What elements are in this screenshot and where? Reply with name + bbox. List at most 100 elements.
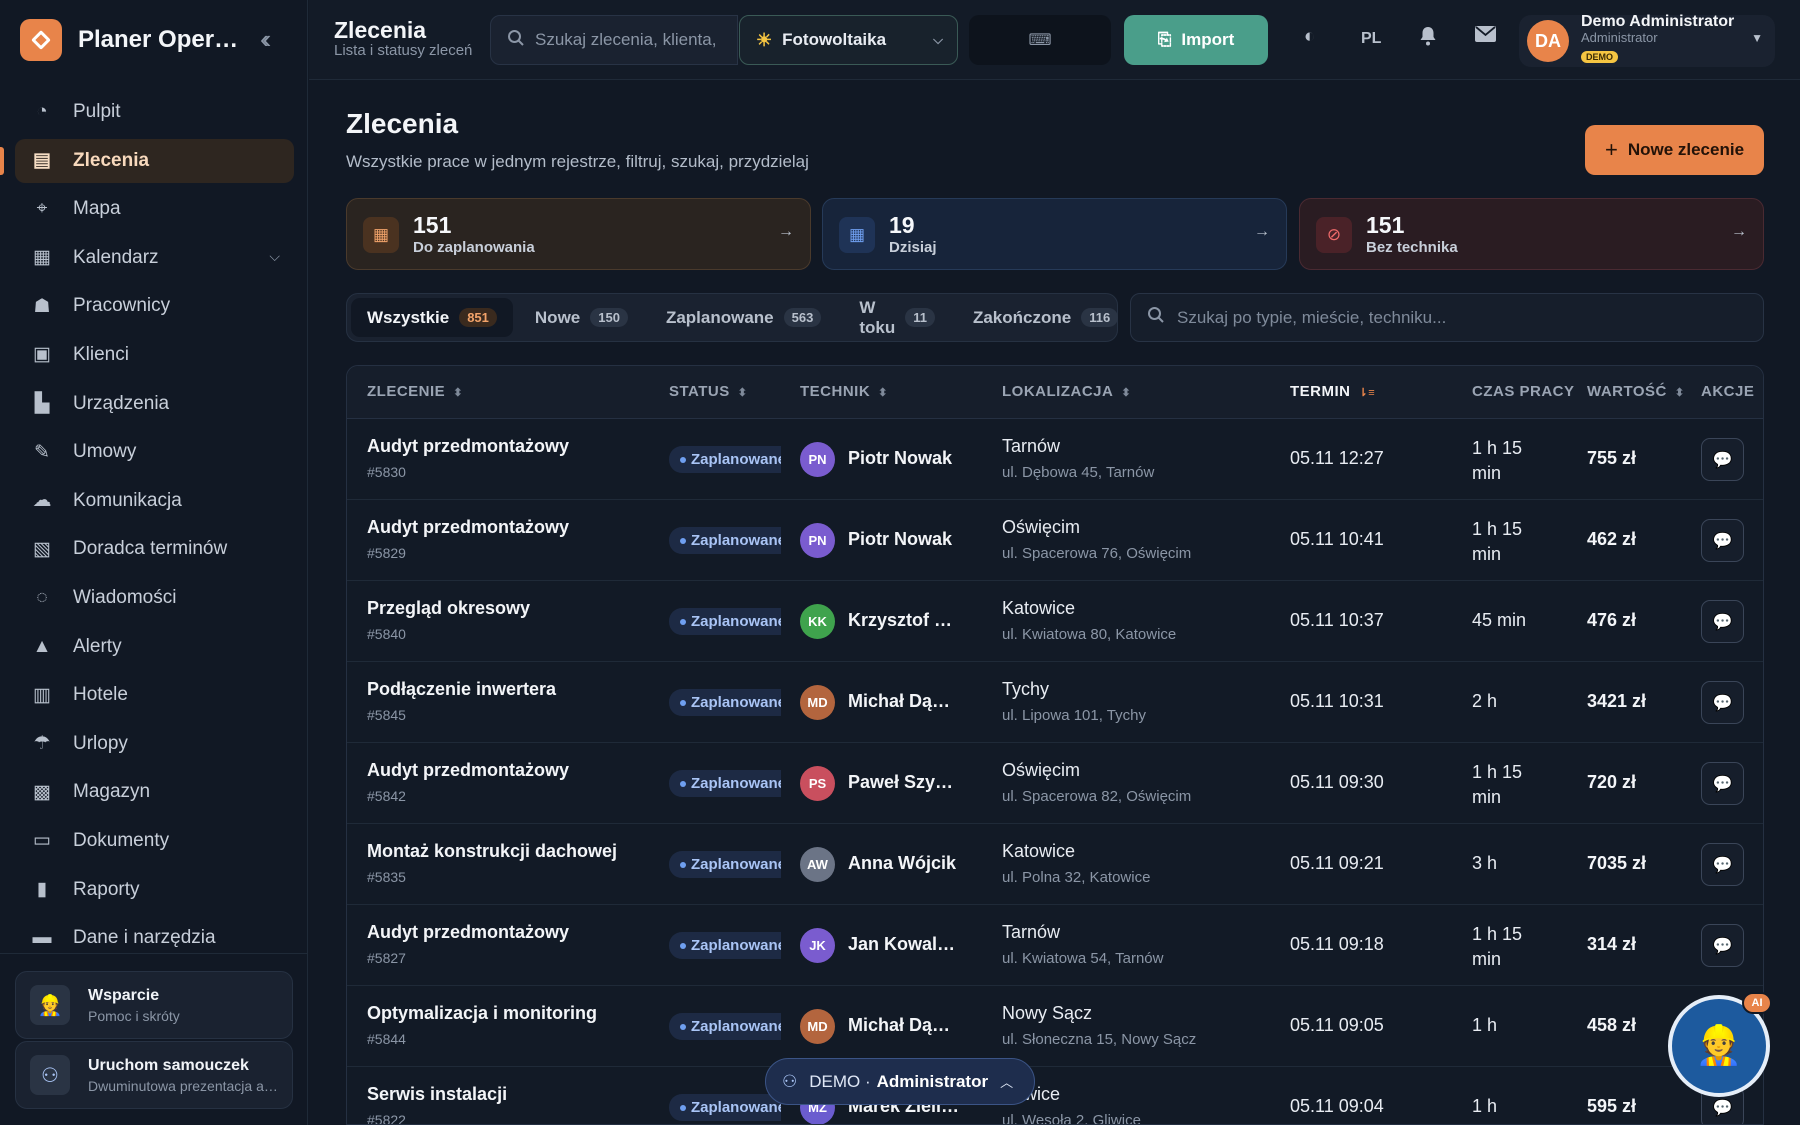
sidebar-item-11[interactable]: ▲ Alerty [15, 625, 294, 669]
work-duration: 1 h [1472, 1096, 1498, 1116]
comments-button[interactable]: 💬 [1701, 762, 1744, 805]
avatar: DA [1527, 20, 1569, 62]
bell-icon[interactable] [1419, 26, 1437, 52]
table-row[interactable]: Audyt przedmontażowy #5842 Zaplanowane PS Pa… [347, 743, 1763, 824]
stat-card-to-plan[interactable]: ▦ 151 Do zaplanowania → [346, 198, 811, 270]
column-header-technician[interactable]: TECHNIK ⬍ [800, 383, 888, 400]
location-address: ul. Lipowa 101, Tychy [1002, 707, 1146, 724]
brand[interactable]: Planer Operacji [20, 19, 248, 61]
collapse-sidebar-icon[interactable]: ‹‹ [260, 24, 272, 55]
stat-card-today[interactable]: ▦ 19 Dzisiaj → [822, 198, 1287, 270]
order-title[interactable]: Serwis instalacji [367, 1084, 507, 1105]
work-duration: 1 h 15 min [1472, 762, 1523, 807]
comments-icon: 💬 [1712, 775, 1733, 793]
order-title[interactable]: Audyt przedmontażowy [367, 922, 569, 943]
sidebar-item-label: Komunikacja [73, 489, 182, 511]
column-header-value[interactable]: WARTOŚĆ ⬍ [1587, 383, 1685, 400]
sidebar-item-4[interactable]: ☗ Pracownicy [15, 284, 294, 328]
sidebar-item-2[interactable]: ⌖ Mapa [15, 187, 294, 231]
users-icon: ☗ [33, 295, 51, 317]
mail-icon[interactable] [1475, 26, 1496, 48]
comments-button[interactable]: 💬 [1701, 843, 1744, 886]
table-row[interactable]: Optymalizacja i monitoring #5844 Zaplanowa… [347, 986, 1763, 1067]
column-header-term[interactable]: TERMIN ⇂≡ [1290, 383, 1375, 400]
stat-card-no-technician[interactable]: ⊘ 151 Bez technika → [1299, 198, 1764, 270]
tab-label: Zaplanowane [665, 307, 774, 327]
new-order-button[interactable]: + Nowe zlecenie [1585, 125, 1764, 175]
sidebar-item-10[interactable]: ◌ Wiadomości [15, 576, 294, 620]
keyboard-shortcuts-button[interactable]: ⌨ [969, 15, 1111, 65]
header-subtitle: Lista i statusy zleceń [334, 42, 473, 59]
sidebar-item-label: Wiadomości [73, 586, 177, 608]
comments-button[interactable]: 💬 [1701, 924, 1744, 967]
sidebar-item-5[interactable]: ▣ Klienci [15, 333, 294, 377]
order-title[interactable]: Montaż konstrukcji dachowej [367, 841, 617, 862]
language-switch[interactable]: PL [1361, 30, 1381, 48]
sidebar-item-12[interactable]: ▥ Hotele [15, 673, 294, 717]
sidebar-item-6[interactable]: ▙ Urządzenia [15, 382, 294, 426]
term-datetime: 05.11 10:41 [1290, 529, 1384, 549]
user-menu[interactable]: DA Demo Administrator Administrator DEMO… [1519, 13, 1775, 67]
comments-icon: 💬 [1712, 856, 1733, 874]
sidebar-item-14[interactable]: ▩ Magazyn [15, 770, 294, 814]
technician-name: Michał Dąbrowski [848, 1015, 960, 1035]
column-header-status[interactable]: STATUS ⬍ [669, 383, 748, 400]
sidebar-item-label: Umowy [73, 441, 137, 463]
table-row[interactable]: Podłączenie inwertera #5845 Zaplanowane MD M… [347, 662, 1763, 743]
demo-role-switcher[interactable]: ⚇ DEMO · Administrator ︿ [765, 1058, 1035, 1105]
tutorial-card[interactable]: ⚇ Uruchom samouczek Dwuminutowa prezenta… [15, 1041, 293, 1109]
column-header-order[interactable]: ZLECENIE ⬍ [367, 383, 463, 400]
order-title[interactable]: Audyt przedmontażowy [367, 760, 569, 781]
sidebar-item-13[interactable]: ☂ Urlopy [15, 722, 294, 766]
table-row[interactable]: Audyt przedmontażowy #5830 Zaplanowane PN Pi… [347, 419, 1763, 500]
theme-toggle-icon[interactable]: ◐ [1304, 26, 1315, 48]
sidebar-item-8[interactable]: ☁ Komunikacja [15, 479, 294, 523]
table-row[interactable]: Serwis instalacji #5822 Zaplanowane MZ Marek… [347, 1067, 1763, 1124]
order-title[interactable]: Audyt przedmontażowy [367, 436, 569, 457]
sort-icon: ⬍ [1674, 387, 1685, 399]
table-row[interactable]: Audyt przedmontażowy #5827 Zaplanowane JK Ja… [347, 905, 1763, 986]
sidebar-item-15[interactable]: ▭ Dokumenty [15, 819, 294, 863]
table-row[interactable]: Audyt przedmontażowy #5829 Zaplanowane PN Pi… [347, 500, 1763, 581]
comments-button[interactable]: 💬 [1701, 519, 1744, 562]
order-id: #5845 [367, 707, 406, 723]
support-avatar-icon: 👷 [30, 985, 70, 1025]
order-title[interactable]: Podłączenie inwertera [367, 679, 556, 700]
global-search-input[interactable]: Szukaj zlecenia, klienta, adresu... [490, 15, 738, 65]
support-card[interactable]: 👷 Wsparcie Pomoc i skróty [15, 971, 293, 1039]
comments-button[interactable]: 💬 [1701, 438, 1744, 481]
work-duration: 3 h [1472, 853, 1498, 873]
tab-0[interactable]: Wszystkie 851 [351, 298, 513, 337]
order-title[interactable]: Audyt przedmontażowy [367, 517, 569, 538]
location-address: ul. Dębowa 45, Tarnów [1002, 464, 1155, 481]
term-datetime: 05.11 09:21 [1290, 853, 1384, 873]
sun-icon: ☀ [756, 29, 773, 50]
tab-2[interactable]: Zaplanowane 563 [650, 298, 837, 337]
sidebar-item-label: Kalendarz [73, 246, 159, 268]
column-header-location[interactable]: LOKALIZACJA ⬍ [1002, 383, 1131, 400]
tab-count-badge: 851 [459, 308, 497, 327]
sidebar-item-7[interactable]: ✎ Umowy [15, 430, 294, 474]
sidebar-item-16[interactable]: ▮ Raporty [15, 868, 294, 912]
comments-button[interactable]: 💬 [1701, 600, 1744, 643]
file-import-icon: ⎘ [1157, 30, 1172, 49]
tab-4[interactable]: Zakończone 116 [957, 298, 1134, 337]
import-label: Import [1181, 30, 1235, 49]
import-button[interactable]: ⎘ Import [1124, 15, 1268, 65]
comments-button[interactable]: 💬 [1701, 681, 1744, 724]
sidebar-item-1[interactable]: ▤ Zlecenia [0, 138, 294, 183]
table-row[interactable]: Montaż konstrukcji dachowej #5835 Zaplanow… [347, 824, 1763, 905]
sidebar-item-label: Urządzenia [73, 392, 170, 414]
order-title[interactable]: Przegląd okresowy [367, 598, 530, 619]
sidebar-item-3[interactable]: ▦ Kalendarz ⌵ [15, 236, 294, 280]
sidebar-item-label: Dokumenty [73, 829, 170, 851]
tab-3[interactable]: W toku 11 [843, 298, 951, 337]
tab-1[interactable]: Nowe 150 [519, 298, 644, 337]
order-title[interactable]: Optymalizacja i monitoring [367, 1003, 597, 1024]
table-search-input[interactable]: Szukaj po typie, mieście, techniku... [1130, 293, 1764, 342]
sidebar-item-9[interactable]: ▧ Doradca terminów [15, 527, 294, 571]
table-row[interactable]: Przegląd okresowy #5840 Zaplanowane KK Krzys… [347, 581, 1763, 662]
sidebar-item-0[interactable]: ◔ Pulpit [15, 90, 294, 134]
sector-select[interactable]: ☀ Fotowoltaika ⌵ [739, 15, 958, 65]
tab-count-badge: 563 [783, 308, 822, 327]
